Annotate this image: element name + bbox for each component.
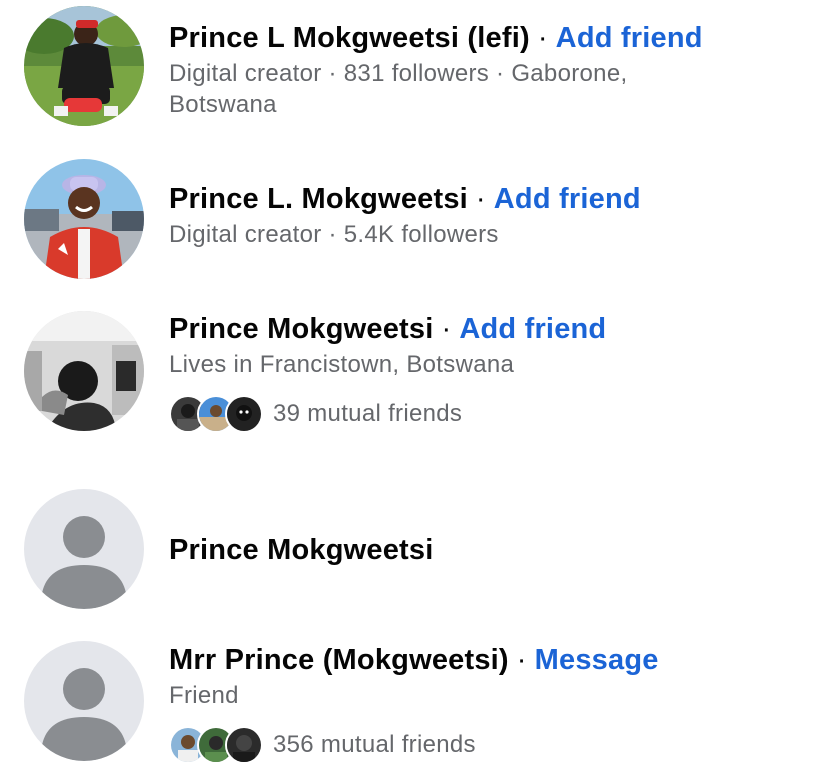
search-result-item[interactable]: Prince L Mokgweetsi (lefi) · Add friend Di… bbox=[0, 6, 828, 141]
default-avatar-icon[interactable] bbox=[24, 641, 144, 761]
result-name[interactable]: Prince Mokgweetsi bbox=[169, 534, 434, 566]
mutual-friend-avatars bbox=[169, 395, 263, 433]
result-name[interactable]: Prince L Mokgweetsi (lefi) bbox=[169, 22, 530, 54]
separator-dot: · bbox=[441, 313, 452, 345]
add-friend-button[interactable]: Add friend bbox=[556, 22, 703, 54]
result-name-line: Prince Mokgweetsi · Add friend bbox=[169, 311, 808, 347]
add-friend-button[interactable]: Add friend bbox=[459, 313, 606, 345]
mutual-friends[interactable]: 356 mutual friends bbox=[169, 725, 808, 762]
profile-avatar[interactable] bbox=[24, 6, 144, 126]
mutual-friend-avatars bbox=[169, 726, 263, 762]
result-name-line: Prince L. Mokgweetsi · Add friend bbox=[169, 181, 808, 217]
result-name-line: Prince Mokgweetsi bbox=[169, 532, 808, 568]
search-result-item[interactable]: Prince Mokgweetsi · Add friend Lives in Fr… bbox=[0, 311, 828, 451]
result-name-line: Prince L Mokgweetsi (lefi) · Add friend bbox=[169, 20, 808, 56]
result-name[interactable]: Prince L. Mokgweetsi bbox=[169, 183, 468, 215]
search-result-item[interactable]: Mrr Prince (Mokgweetsi) · Message Friend 3… bbox=[0, 640, 828, 762]
result-name[interactable]: Prince Mokgweetsi bbox=[169, 313, 434, 345]
mutual-friends-count: 356 mutual friends bbox=[273, 731, 476, 758]
result-subtitle: Lives in Francistown, Botswana bbox=[169, 351, 515, 378]
search-result-item[interactable]: Prince Mokgweetsi bbox=[0, 489, 828, 611]
result-name[interactable]: Mrr Prince (Mokgweetsi) bbox=[169, 644, 509, 676]
search-results-list: Prince L Mokgweetsi (lefi) · Add friend Di… bbox=[0, 0, 828, 762]
separator-dot: · bbox=[475, 183, 486, 215]
mutual-friends-count: 39 mutual friends bbox=[273, 400, 463, 427]
result-name-line: Mrr Prince (Mokgweetsi) · Message bbox=[169, 642, 808, 678]
add-friend-button[interactable]: Add friend bbox=[494, 183, 641, 215]
separator-dot: · bbox=[516, 644, 527, 676]
profile-avatar[interactable] bbox=[24, 159, 144, 279]
mutual-friend-avatar bbox=[225, 726, 263, 762]
mutual-friends[interactable]: 39 mutual friends bbox=[169, 394, 808, 434]
mutual-friend-avatar bbox=[225, 395, 263, 433]
default-avatar-icon[interactable] bbox=[24, 489, 144, 609]
search-result-item[interactable]: Prince L. Mokgweetsi · Add friend Digital … bbox=[0, 158, 828, 280]
message-button[interactable]: Message bbox=[535, 644, 659, 676]
result-subtitle: Digital creator · 5.4K followers bbox=[169, 221, 499, 248]
profile-avatar[interactable] bbox=[24, 311, 144, 431]
separator-dot: · bbox=[537, 22, 548, 54]
result-subtitle: Friend bbox=[169, 682, 239, 709]
result-subtitle: Digital creator · 831 followers · Gaboro… bbox=[169, 60, 628, 118]
